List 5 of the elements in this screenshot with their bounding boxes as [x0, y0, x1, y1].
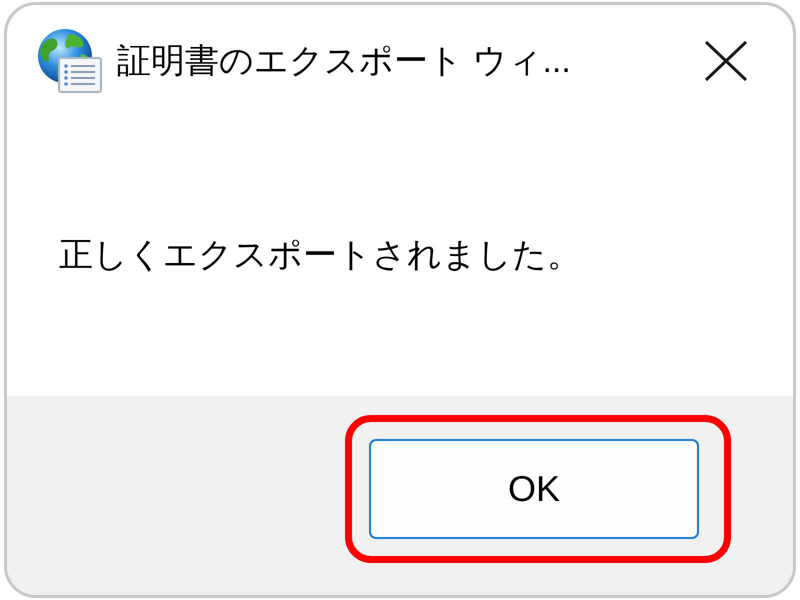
window-title: 証明書のエクスポート ウィ...	[117, 40, 571, 82]
message-text: 正しくエクスポートされました。	[59, 235, 581, 276]
globe-document-icon	[35, 28, 103, 94]
close-icon	[704, 41, 748, 81]
ok-button[interactable]: OK	[369, 439, 699, 539]
